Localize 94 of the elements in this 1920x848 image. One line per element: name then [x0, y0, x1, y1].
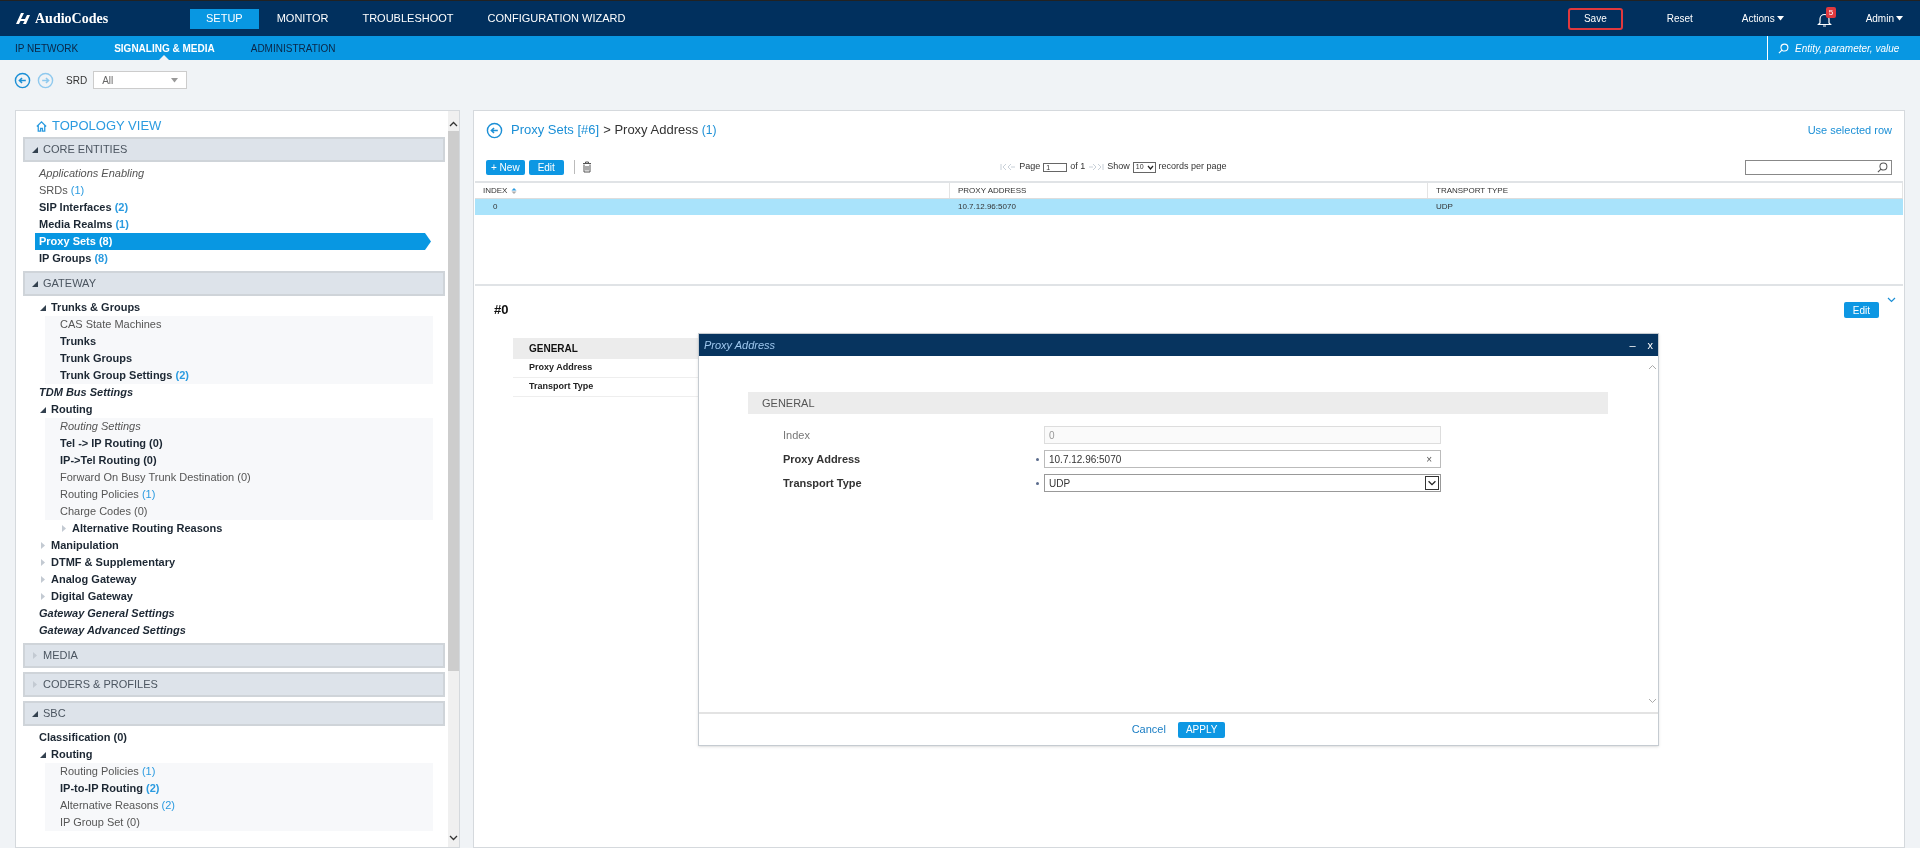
close-button[interactable]: x	[1647, 336, 1653, 354]
chevron-up-icon[interactable]	[449, 121, 458, 127]
expanded-triangle-icon[interactable]	[39, 750, 47, 759]
search-icon[interactable]	[1877, 161, 1888, 173]
chevron-down-icon[interactable]	[449, 835, 458, 841]
page-count: of 1	[1070, 160, 1086, 174]
expanded-triangle-icon[interactable]	[31, 709, 39, 718]
sort-icon[interactable]	[511, 186, 518, 195]
back-icon[interactable]	[486, 121, 503, 139]
main-tab[interactable]: MONITOR	[260, 8, 345, 29]
collapsed-triangle-icon[interactable]	[39, 558, 47, 567]
minimize-button[interactable]: –	[1629, 336, 1636, 354]
table-cell-text: UDP	[1435, 201, 1454, 213]
collapsed-triangle-icon[interactable]	[39, 541, 47, 550]
caret-icon[interactable]	[1896, 16, 1903, 21]
srd-select[interactable]: All	[93, 71, 188, 89]
notification-badge: 5	[1825, 6, 1837, 18]
tree-item[interactable]: Trunks & Groups	[51, 299, 141, 316]
logo-icon	[15, 12, 31, 25]
tree-item[interactable]: Manipulation	[51, 537, 119, 554]
srd-label: SRD	[66, 73, 88, 88]
text-field[interactable]: 10.7.12.96:5070 ×	[1044, 450, 1441, 468]
general-section-header: GENERAL	[748, 392, 1608, 414]
section-header[interactable]: MEDIA	[23, 643, 445, 668]
tree-item[interactable]: Media Realms (1)	[39, 216, 129, 233]
menu-button[interactable]: Actions	[1736, 7, 1789, 30]
section-header[interactable]: CORE ENTITIES	[23, 137, 445, 162]
expanded-triangle-icon[interactable]	[31, 145, 39, 154]
column-header[interactable]: PROXY ADDRESS	[950, 183, 1428, 198]
bell-icon[interactable]	[1816, 11, 1832, 28]
breadcrumb-parent[interactable]: Proxy Sets [#6]	[511, 120, 600, 140]
transport-type-select[interactable]: UDP	[1044, 474, 1441, 492]
detail-nav-header[interactable]: GENERAL	[513, 338, 698, 359]
menu-button[interactable]: Admin	[1860, 7, 1908, 30]
caret-icon[interactable]	[1776, 16, 1784, 21]
dialog-title: Proxy Address	[704, 337, 777, 353]
tree-item[interactable]: Gateway General Settings	[39, 605, 175, 622]
tree-item[interactable]: Routing	[51, 401, 93, 418]
tree-item[interactable]: IP Groups (8)	[39, 250, 108, 267]
section-header[interactable]: SBC	[23, 701, 445, 726]
expanded-triangle-icon[interactable]	[39, 303, 47, 312]
header-button[interactable]: Reset	[1650, 7, 1709, 30]
expanded-triangle-icon[interactable]	[31, 279, 39, 288]
records-per-page-label: records per page	[1158, 160, 1227, 174]
column-header[interactable]: TRANSPORT TYPE	[1428, 183, 1903, 198]
main-tab[interactable]: CONFIGURATION WIZARD	[471, 8, 642, 29]
table-cell-text: 10.7.12.96:5070	[957, 201, 1017, 213]
breadcrumb-current: > Proxy Address (1)	[603, 121, 717, 140]
tree-item[interactable]: Routing	[51, 746, 93, 763]
delete-icon[interactable]	[581, 161, 592, 173]
tree-item[interactable]: Analog Gateway	[51, 571, 137, 588]
tree-item[interactable]: Trunks	[60, 333, 97, 350]
table-cell-text: 0	[492, 201, 499, 213]
sub-nav-tab[interactable]: ADMINISTRATION	[250, 36, 336, 60]
tree-item[interactable]: TDM Bus Settings	[39, 384, 134, 401]
table-search-field[interactable]	[1745, 159, 1892, 175]
show-label: Show	[1107, 160, 1130, 174]
column-header[interactable]: INDEX	[475, 183, 950, 198]
collapsed-triangle-icon[interactable]	[39, 575, 47, 584]
tree-item[interactable]: Trunk Groups	[60, 350, 133, 367]
tree-item[interactable]: Applications Enabling	[39, 165, 145, 182]
tree-item[interactable]: Alternative Routing Reasons	[72, 520, 223, 537]
use-selected-row-link[interactable]: Use selected row	[1807, 121, 1892, 139]
home-icon[interactable]	[35, 119, 48, 133]
section-header[interactable]: CODERS & PROFILES	[23, 672, 445, 697]
header-button[interactable]: Save	[1567, 7, 1623, 30]
collapsed-triangle-icon[interactable]	[39, 592, 47, 601]
table-row[interactable]: 0 10.7.12.96:5070 UDP	[475, 199, 1903, 215]
field-label: Transport Type	[782, 475, 863, 491]
tree-item[interactable]: DTMF & Supplementary	[51, 554, 176, 571]
scrollbar[interactable]	[448, 111, 459, 847]
back-icon[interactable]	[14, 71, 31, 89]
clear-button[interactable]: ×	[1426, 451, 1432, 467]
section-header[interactable]: GATEWAY	[23, 271, 445, 296]
tree-item[interactable]: SRDs (1)	[39, 182, 85, 199]
cancel-link[interactable]: Cancel	[1131, 721, 1166, 738]
field-label: Proxy Address	[782, 451, 862, 467]
tree-item[interactable]: Digital Gateway	[51, 588, 133, 605]
field-label: Index	[782, 427, 811, 443]
detail-nav-link[interactable]: Proxy Address	[513, 359, 698, 378]
expanded-triangle-icon[interactable]	[39, 405, 47, 414]
search-icon[interactable]	[1778, 42, 1789, 54]
detail-nav-link[interactable]: Transport Type	[513, 378, 698, 397]
tree-item[interactable]: Gateway Advanced Settings	[39, 622, 186, 639]
page-label: Page	[1019, 160, 1041, 174]
scrollbar-thumb[interactable]	[448, 131, 459, 671]
collapsed-triangle-icon[interactable]	[60, 524, 68, 533]
tree-item[interactable]: Classification (0)	[39, 729, 128, 746]
forward-icon[interactable]	[37, 71, 54, 89]
logo-text: AudioCodes	[35, 10, 109, 28]
record-title: #0	[494, 301, 510, 320]
tree-item[interactable]: SIP Interfaces (2)	[39, 199, 129, 216]
main-tab[interactable]: TROUBLESHOOT	[346, 8, 470, 29]
sub-nav-tab[interactable]: IP NETWORK	[15, 36, 79, 60]
